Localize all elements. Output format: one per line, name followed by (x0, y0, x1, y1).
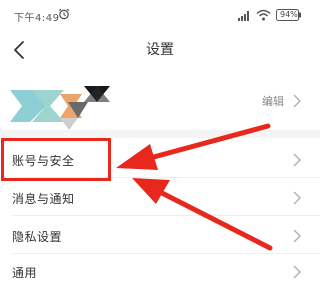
chevron-right-icon (293, 191, 301, 205)
settings-item-label: 通用 (12, 266, 38, 280)
chevron-right-icon (293, 265, 301, 279)
alarm-icon (58, 8, 70, 20)
page-title: 设置 (146, 42, 174, 58)
wifi-icon (256, 9, 271, 21)
nav-bar: 设置 (0, 30, 320, 68)
settings-item-notifications[interactable]: 消息与通知 (0, 180, 320, 216)
signal-icon (238, 11, 249, 21)
status-time: 下午4:49 (14, 13, 60, 24)
settings-item-privacy[interactable]: 隐私设置 (0, 218, 320, 254)
settings-item-label: 消息与通知 (12, 192, 75, 206)
section-divider (0, 130, 320, 138)
chevron-right-icon (293, 153, 301, 167)
avatar[interactable] (10, 72, 122, 130)
settings-item-general[interactable]: 通用 (0, 254, 320, 290)
chevron-right-icon (293, 229, 301, 243)
row-divider (12, 215, 320, 216)
settings-item-label: 隐私设置 (12, 230, 63, 244)
battery-percent: 94% (280, 10, 298, 19)
profile-row[interactable]: 编辑 (0, 72, 320, 130)
status-bar: 下午4:49 94% (0, 0, 320, 30)
highlight-box (1, 138, 111, 181)
chevron-right-icon (293, 94, 301, 108)
edit-label[interactable]: 编辑 (262, 93, 284, 109)
